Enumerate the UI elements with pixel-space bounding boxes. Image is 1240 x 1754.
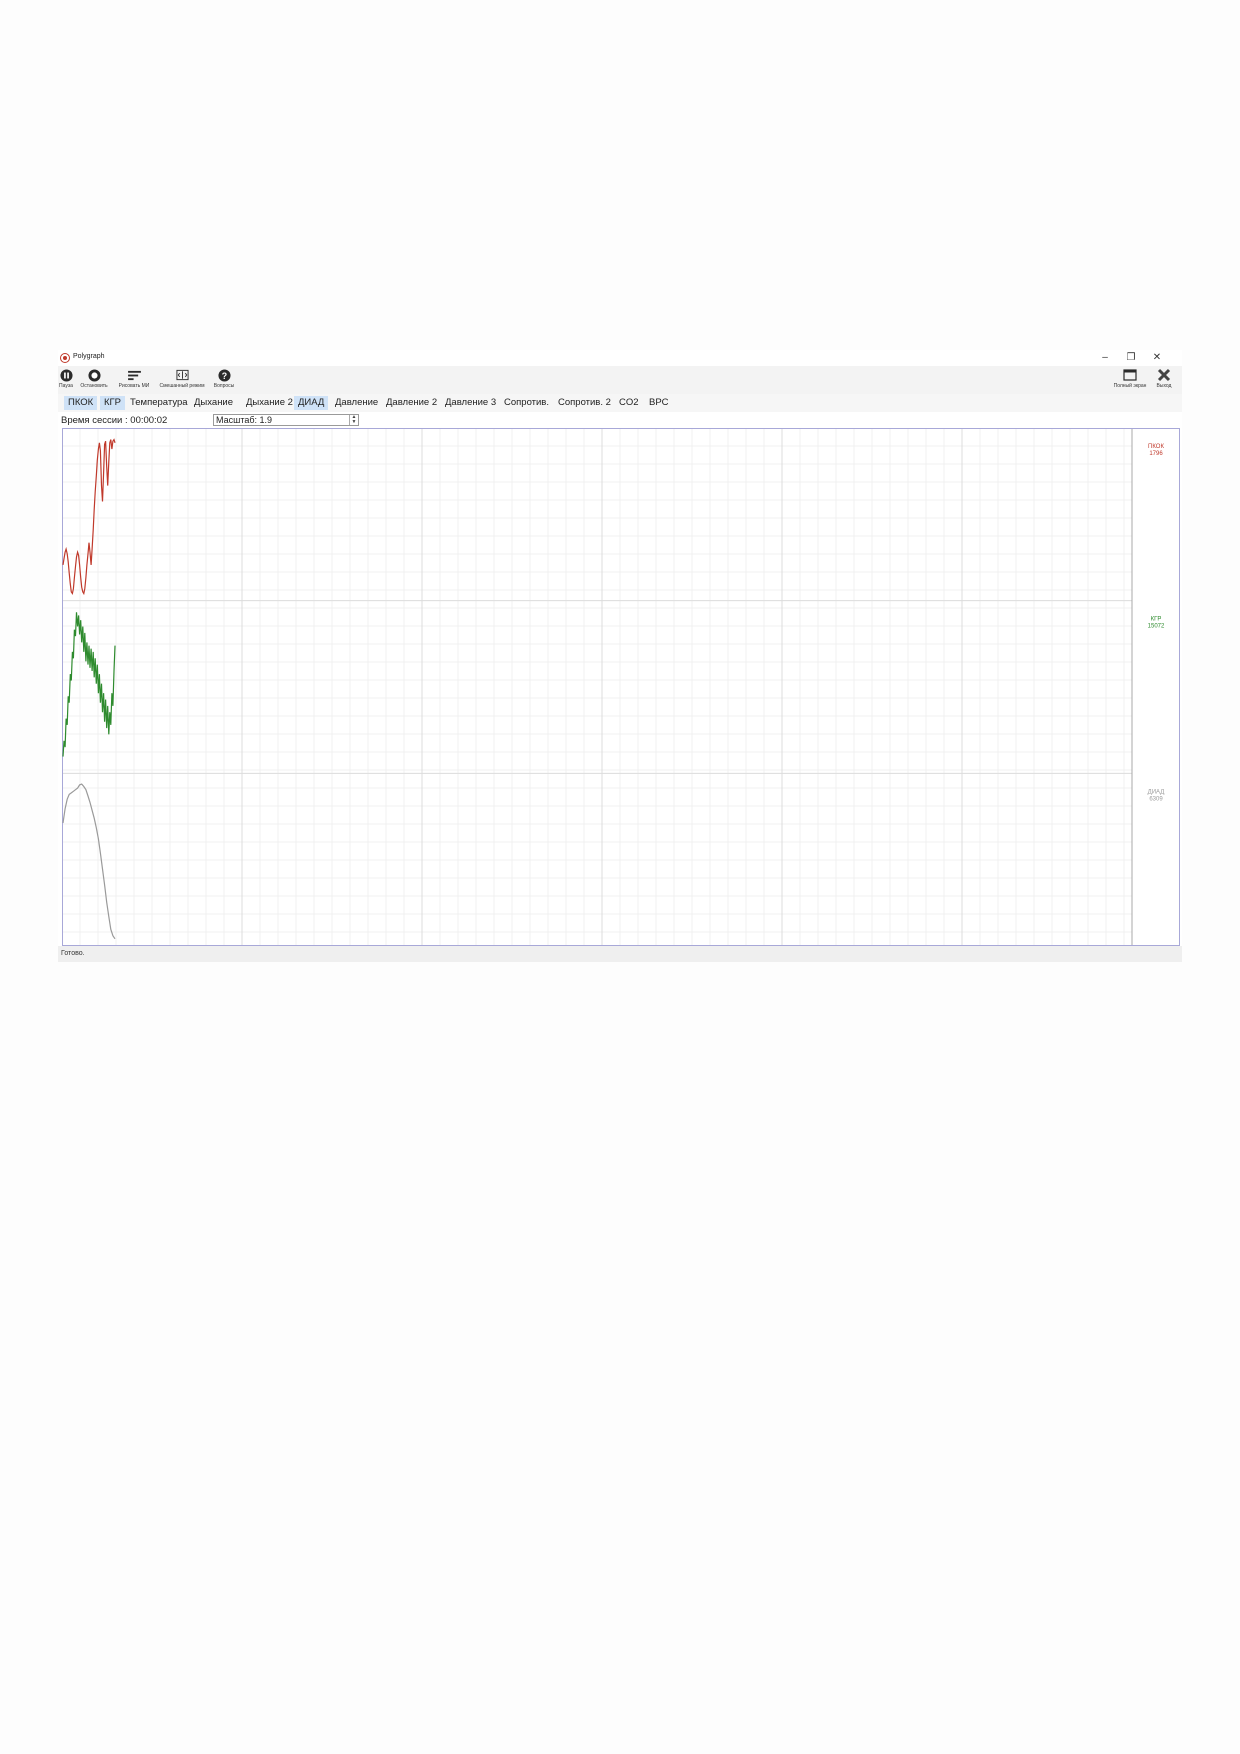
app-window: Polygraph – ❐ ✕ Пауза Остановить Рисоват… [58, 350, 1182, 962]
scale-value: Масштаб: 1.9 [216, 415, 273, 425]
mixed-mode-button[interactable]: Смешанный режим [156, 368, 208, 392]
tab-resistance[interactable]: Сопротив. [500, 396, 553, 410]
title-bar: Polygraph – ❐ ✕ [58, 350, 1182, 366]
exit-icon [1156, 368, 1172, 382]
legend-name: КГР [1151, 617, 1162, 623]
legend-value: 15072 [1148, 624, 1165, 630]
svg-text:?: ? [221, 370, 226, 380]
pause-label: Пауза [59, 383, 73, 389]
polygraph-chart: ПКОК1796 КГР15072 ДИАД6309 [62, 428, 1180, 946]
session-time: Время сессии : 00:00:02 [61, 415, 168, 426]
tab-pkok[interactable]: ПКОК [64, 396, 98, 410]
draw-lines-label: Рисовать МИ [118, 383, 150, 389]
questions-button[interactable]: ? Вопросы [212, 368, 236, 392]
legend-value: 6309 [1149, 796, 1163, 802]
questions-label: Вопросы [213, 383, 235, 389]
scale-spinner[interactable]: ▲ ▼ [349, 415, 358, 425]
toolbar: Пауза Остановить Рисовать МИ Смешанный р… [58, 366, 1182, 395]
fullscreen-icon [1122, 368, 1138, 382]
tab-kgr[interactable]: КГР [100, 396, 126, 410]
chart-grid [62, 428, 1180, 946]
draw-lines-icon [126, 368, 142, 382]
restore-button[interactable]: ❐ [1118, 351, 1144, 365]
tab-pressure-3[interactable]: Давление 3 [441, 396, 500, 410]
legend-value: 1796 [1149, 451, 1163, 457]
chart-frame [62, 428, 1180, 946]
question-icon: ? [216, 368, 232, 382]
legend-name: ПКОК [1148, 444, 1164, 450]
fullscreen-button[interactable]: Полный экран [1110, 368, 1150, 392]
stop-label: Остановить [80, 383, 108, 389]
tab-breathing[interactable]: Дыхание [190, 396, 237, 410]
legend-name: ДИАД [1148, 789, 1165, 795]
session-bar: Время сессии : 00:00:02 Масштаб: 1.9 ▲ ▼ [58, 412, 1182, 428]
stop-button[interactable]: Остановить [78, 368, 110, 392]
tab-vrs[interactable]: ВРС [645, 396, 672, 410]
spin-down-icon[interactable]: ▼ [350, 420, 358, 425]
scale-spinbox[interactable]: Масштаб: 1.9 ▲ ▼ [213, 414, 359, 426]
fullscreen-label: Полный экран [1113, 383, 1147, 389]
tab-temperature[interactable]: Температура [126, 396, 192, 410]
tab-resistance-2[interactable]: Сопротив. 2 [554, 396, 615, 410]
pause-icon [58, 368, 74, 382]
mixed-mode-label: Смешанный режим [159, 383, 205, 389]
tab-diad[interactable]: ДИАД [294, 396, 329, 410]
close-window-button[interactable]: ✕ [1144, 351, 1170, 365]
draw-lines-button[interactable]: Рисовать МИ [115, 368, 153, 392]
mixed-mode-icon [174, 368, 190, 382]
tab-pressure-2[interactable]: Давление 2 [382, 396, 441, 410]
tab-breathing-2[interactable]: Дыхание 2 [242, 396, 297, 410]
exit-label: Выход [1156, 383, 1172, 389]
app-logo-icon [60, 353, 70, 363]
channel-tabs: ПКОК КГР Температура Дыхание Дыхание 2 Д… [58, 394, 1182, 413]
tab-pressure[interactable]: Давление [331, 396, 382, 410]
pause-button[interactable]: Пауза [58, 368, 74, 392]
tab-co2[interactable]: CO2 [615, 396, 643, 410]
window-title: Polygraph [73, 353, 105, 360]
stop-icon [86, 368, 102, 382]
exit-button[interactable]: Выход [1152, 368, 1176, 392]
status-text: Готово. [61, 950, 85, 957]
minimize-button[interactable]: – [1092, 351, 1118, 365]
status-bar: Готово. [58, 946, 1182, 962]
